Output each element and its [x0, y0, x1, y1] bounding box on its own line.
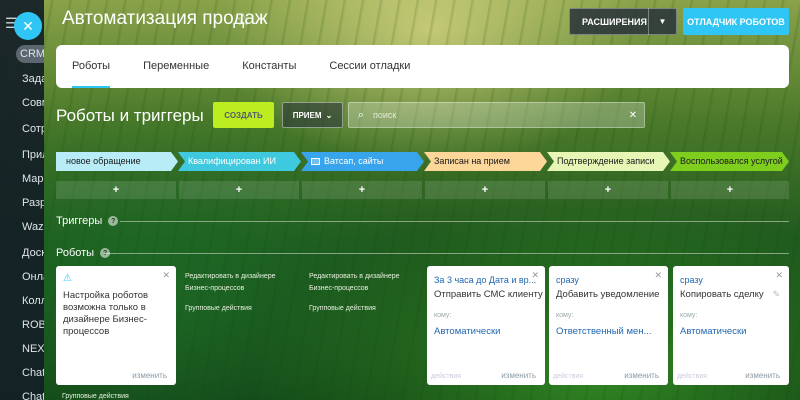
triggers-heading: Триггеры ? [56, 215, 119, 227]
robots-heading: Роботы ? [56, 247, 111, 259]
sidebar-item[interactable]: Разр [0, 192, 44, 214]
stage-whatsapp: Ватсап, сайты [301, 152, 424, 171]
stage-qualified: Квалифицирован ИИ [178, 152, 301, 171]
search-input[interactable] [373, 110, 622, 120]
sidebar-item[interactable]: NEXT [0, 338, 44, 360]
video-icon [311, 158, 320, 165]
robot-debugger-button[interactable]: ОТЛАДЧИК РОБОТОВ [683, 8, 789, 35]
help-icon[interactable]: ? [108, 216, 119, 226]
edit-link[interactable]: изменить [745, 371, 780, 380]
robot-delay[interactable]: сразу [556, 275, 662, 285]
sidebar-item[interactable]: ROBO [0, 314, 44, 336]
designer-column: Редактировать в дизайнере Бизнес-процесс… [309, 271, 400, 315]
sidebar-item[interactable]: Chat [0, 362, 44, 384]
designer-column: Редактировать в дизайнере Бизнес-процесс… [185, 271, 276, 315]
close-slider-button[interactable]: ✕ [14, 12, 42, 40]
tab-debug-sessions[interactable]: Сессии отладки [329, 45, 410, 88]
robot-delay[interactable]: За 3 часа до Дата и вр... [434, 275, 540, 285]
edit-in-designer-link[interactable]: Редактировать в дизайнере [309, 271, 400, 283]
robot-name: Копировать сделку [680, 289, 764, 300]
search-icon: ⌕ [357, 108, 365, 121]
robot-name: Отправить СМС клиенту [434, 289, 543, 300]
preset-dropdown[interactable]: ПРИЕМ ⌄ [282, 102, 343, 128]
robot-delay[interactable]: сразу [680, 275, 786, 285]
robot-card-notification[interactable]: сразу ✕ Добавить уведомление кому: Ответ… [549, 266, 668, 385]
tab-variables[interactable]: Переменные [143, 45, 209, 88]
search-box[interactable]: ⌕ ✕ [348, 102, 645, 128]
add-trigger-button[interactable]: + [425, 181, 545, 199]
sidebar-item[interactable]: Wazz [0, 216, 44, 238]
add-trigger-button[interactable]: + [56, 181, 176, 199]
sidebar-item[interactable]: Доск [0, 242, 44, 264]
chevron-down-icon: ⌄ [325, 110, 333, 120]
stage-used-service: Воспользовался услугой [670, 152, 789, 171]
preset-label: ПРИЕМ [292, 110, 322, 120]
add-trigger-button[interactable]: + [548, 181, 668, 199]
tab-robots[interactable]: Роботы [72, 45, 111, 88]
edit-in-designer-link[interactable]: Редактировать в дизайнере [185, 271, 276, 283]
robot-recipient[interactable]: Ответственный мен... [556, 326, 651, 337]
edit-pencil-icon[interactable]: ✎ [772, 289, 780, 300]
actions-link[interactable]: действия [553, 373, 583, 380]
close-icon: ✕ [22, 17, 34, 34]
sidebar-item[interactable]: Chat [0, 386, 44, 400]
robot-name: Добавить уведомление [556, 289, 660, 300]
robot-card-copy-deal[interactable]: сразу ✕ Копировать сделку ✎ кому: Автома… [673, 266, 789, 385]
sidebar-item[interactable]: Колл [0, 290, 44, 312]
robot-recipient[interactable]: Автоматически [434, 326, 500, 337]
add-trigger-button[interactable]: + [671, 181, 789, 199]
sidebar-item[interactable]: Онла [0, 266, 44, 288]
create-button[interactable]: СОЗДАТЬ [213, 102, 274, 128]
close-icon[interactable]: ✕ [654, 270, 662, 281]
clear-icon[interactable]: ✕ [622, 110, 644, 121]
sidebar-item[interactable]: Мар [0, 168, 44, 190]
stage-confirmation: Подтверждение записи [547, 152, 670, 171]
extensions-label: РАСШИРЕНИЯ [582, 16, 647, 27]
sidebar-item[interactable]: CRM [16, 45, 44, 63]
add-trigger-button[interactable]: + [302, 181, 422, 199]
sidebar-item[interactable]: Совм [0, 92, 44, 114]
tab-constants[interactable]: Константы [242, 45, 296, 88]
edit-link[interactable]: изменить [501, 371, 536, 380]
tabs-panel: Роботы Переменные Константы Сессии отлад… [56, 45, 789, 88]
actions-link[interactable]: действия [431, 373, 461, 380]
warning-message: Настройка роботов возможна только в диза… [63, 290, 149, 337]
group-actions-link[interactable]: Групповые действия [309, 303, 400, 315]
close-icon[interactable]: ✕ [162, 270, 170, 281]
group-actions-link[interactable]: Групповые действия [62, 393, 129, 400]
sidebar-item[interactable]: Сотр [0, 118, 44, 140]
group-actions-link[interactable]: Групповые действия [185, 303, 276, 315]
actions-link[interactable]: действия [677, 373, 707, 380]
section-title: Роботы и триггеры [56, 106, 204, 125]
close-icon[interactable]: ✕ [531, 270, 539, 281]
sidebar-item[interactable]: Прил [0, 144, 44, 166]
close-icon[interactable]: ✕ [775, 270, 783, 281]
warning-icon: ⚠ [63, 273, 72, 284]
favorite-star-icon[interactable]: ☆ [236, 10, 250, 30]
stage-booked: Записан на прием [424, 152, 547, 171]
designer-warning-card: ⚠ ✕ Настройка роботов возможна только в … [56, 266, 176, 385]
edit-link[interactable]: изменить [132, 371, 167, 380]
extensions-button[interactable]: РАСШИРЕНИЯ ▼ [569, 8, 677, 35]
chevron-down-icon[interactable]: ▼ [649, 17, 676, 26]
robot-card-sms[interactable]: За 3 часа до Дата и вр... ✕ Отправить СМ… [427, 266, 545, 385]
stage-new-request: новое обращение [56, 152, 178, 171]
add-trigger-button[interactable]: + [179, 181, 299, 199]
sidebar-item[interactable]: Зада [0, 68, 44, 90]
edit-link[interactable]: изменить [624, 371, 659, 380]
robot-recipient[interactable]: Автоматически [680, 326, 746, 337]
